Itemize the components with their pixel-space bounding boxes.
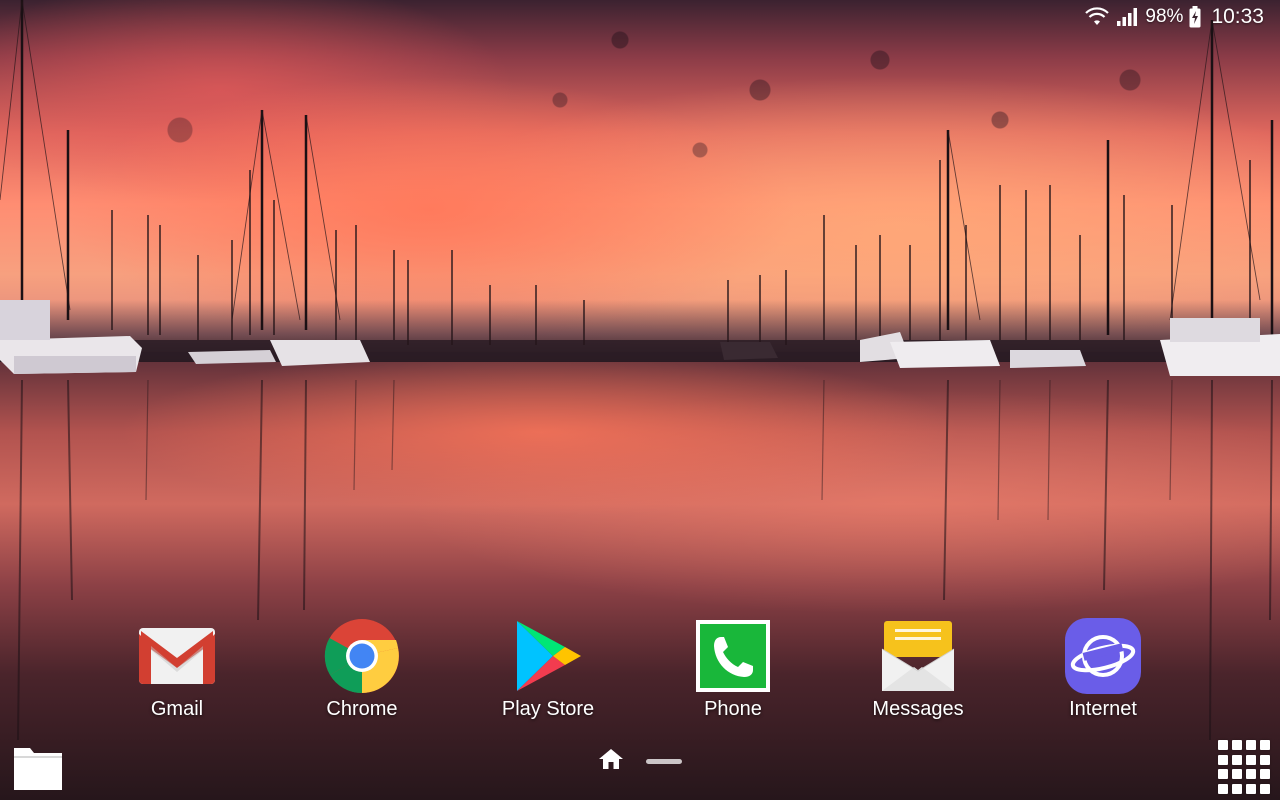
app-phone[interactable]: Phone [658, 618, 808, 721]
grid-dot [1232, 769, 1242, 779]
page-dash[interactable] [646, 759, 682, 764]
app-internet[interactable]: Internet [1028, 618, 1178, 721]
grid-dot [1246, 783, 1256, 794]
grid-dot [1260, 769, 1270, 779]
grid-dot [1218, 754, 1228, 765]
battery-charging-icon [1189, 6, 1201, 28]
grid-dot [1246, 769, 1256, 779]
apps-grid-icon[interactable] [1218, 740, 1272, 794]
phone-icon [695, 618, 771, 694]
app-messages[interactable]: Messages [843, 618, 993, 721]
app-chrome[interactable]: Chrome [287, 618, 437, 721]
grid-dot [1246, 740, 1256, 750]
grid-dot [1218, 783, 1228, 794]
internet-icon [1065, 618, 1141, 694]
status-bar: 98% 10:33 [1085, 0, 1280, 34]
wifi-icon [1085, 7, 1110, 27]
play-store-icon [510, 618, 586, 694]
gmail-icon [139, 618, 215, 694]
signal-icon [1115, 7, 1139, 27]
grid-dot [1218, 740, 1228, 750]
grid-dot [1246, 754, 1256, 765]
grid-dot [1260, 754, 1270, 765]
app-label: Play Store [501, 698, 595, 720]
app-gmail[interactable]: Gmail [102, 618, 252, 721]
grid-dot [1232, 754, 1242, 765]
folder-icon[interactable] [12, 744, 64, 792]
grid-dot [1260, 783, 1270, 794]
app-label: Internet [1069, 698, 1137, 720]
grid-dot [1232, 740, 1242, 750]
chrome-icon [324, 618, 400, 694]
app-label: Gmail [150, 698, 204, 720]
app-label: Messages [872, 698, 964, 720]
clock: 10:33 [1211, 5, 1264, 28]
grid-dot [1260, 740, 1270, 750]
app-label: Chrome [326, 698, 398, 720]
messages-icon [880, 618, 956, 694]
page-indicator [598, 748, 682, 775]
battery-percent: 98% [1145, 6, 1184, 27]
app-label: Phone [704, 698, 762, 720]
home-icon[interactable] [598, 748, 624, 775]
app-play-store[interactable]: Play Store [473, 618, 623, 721]
grid-dot [1218, 769, 1228, 779]
home-screen: 98% 10:33 Gmail Chrome Play Store Phone … [0, 0, 1280, 800]
grid-dot [1232, 783, 1242, 794]
